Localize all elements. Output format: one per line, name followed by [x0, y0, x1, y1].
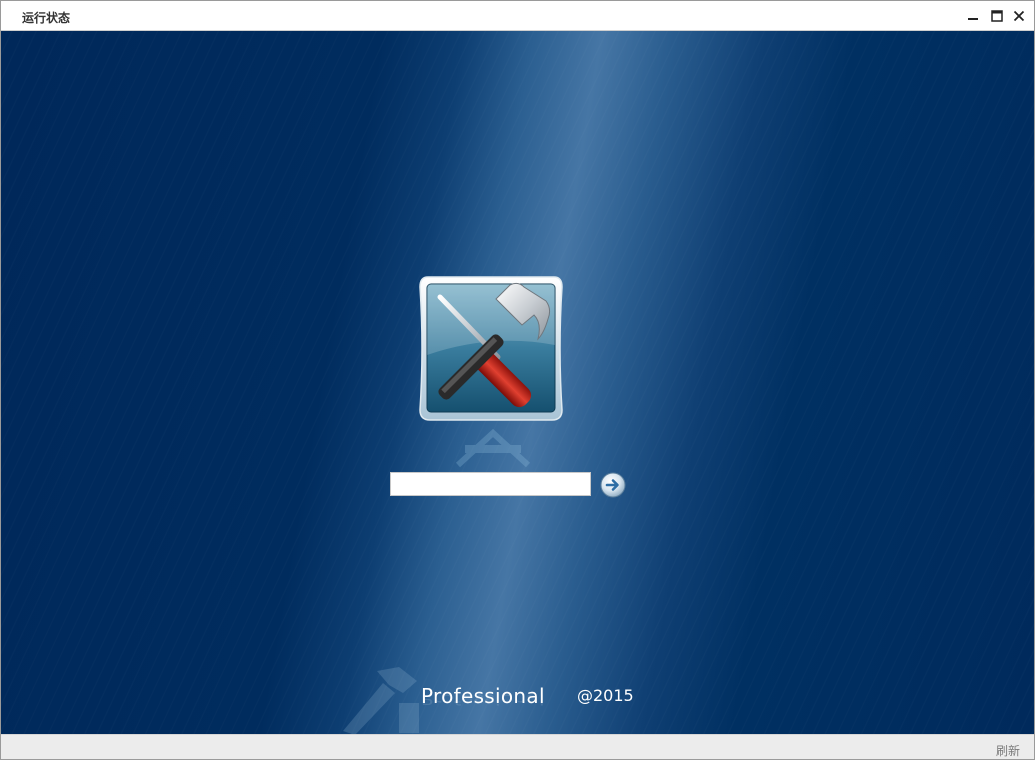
close-button[interactable]: [1009, 6, 1029, 26]
copyright-text: @2015: [577, 686, 634, 705]
maximize-button[interactable]: [987, 6, 1007, 26]
maximize-icon: [991, 10, 1003, 22]
title-bar[interactable]: 运行状态: [1, 1, 1034, 31]
window-title: 运行状态: [22, 11, 71, 25]
login-input[interactable]: [390, 472, 591, 496]
hammer-screwdriver-tools-icon: [419, 276, 563, 421]
icon-reflection: [455, 428, 531, 468]
product-name-reflection: Professional: [421, 691, 545, 708]
minimize-button[interactable]: [963, 6, 983, 26]
close-icon: [1013, 10, 1025, 22]
refresh-link[interactable]: 刷新: [996, 742, 1020, 759]
main-content: Professional Professional @2015: [1, 31, 1034, 734]
app-window: 运行状态 Professional Professional @2015 刷新: [0, 0, 1035, 760]
arrow-right-circle-icon[interactable]: [600, 472, 626, 498]
watermark-logo: [343, 667, 419, 734]
minimize-icon: [968, 18, 978, 20]
status-bar: 刷新: [1, 734, 1034, 759]
